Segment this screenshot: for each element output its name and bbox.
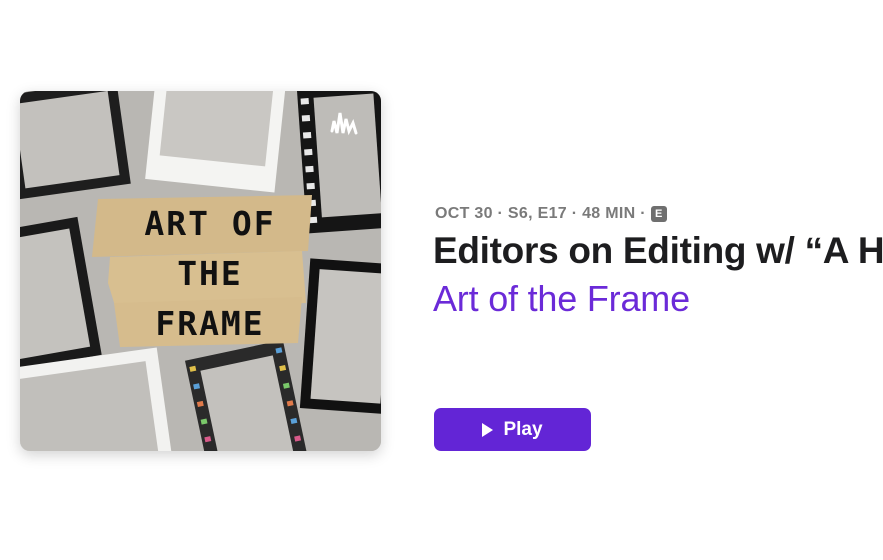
artwork-line-1: ART OF — [144, 204, 276, 243]
episode-meta-text: OCT 30 · S6, E17 · 48 MIN · — [435, 205, 646, 222]
play-icon — [482, 422, 494, 437]
episode-title: Editors on Editing w/ “A H — [433, 230, 883, 271]
play-label: Play — [503, 418, 543, 440]
show-name-link[interactable]: Art of the Frame — [433, 278, 690, 320]
play-button[interactable]: Play — [434, 408, 591, 451]
podcast-artwork: ART OF THE FRAME — [20, 91, 381, 451]
episode-meta: OCT 30 · S6, E17 · 48 MIN · E — [435, 205, 667, 223]
artwork-line-2: THE — [177, 254, 243, 293]
explicit-badge: E — [650, 206, 667, 222]
artwork-line-3: FRAME — [155, 304, 265, 343]
episode-page: ART OF THE FRAME OCT 30 · S6, E17 · 48 M… — [0, 0, 883, 560]
